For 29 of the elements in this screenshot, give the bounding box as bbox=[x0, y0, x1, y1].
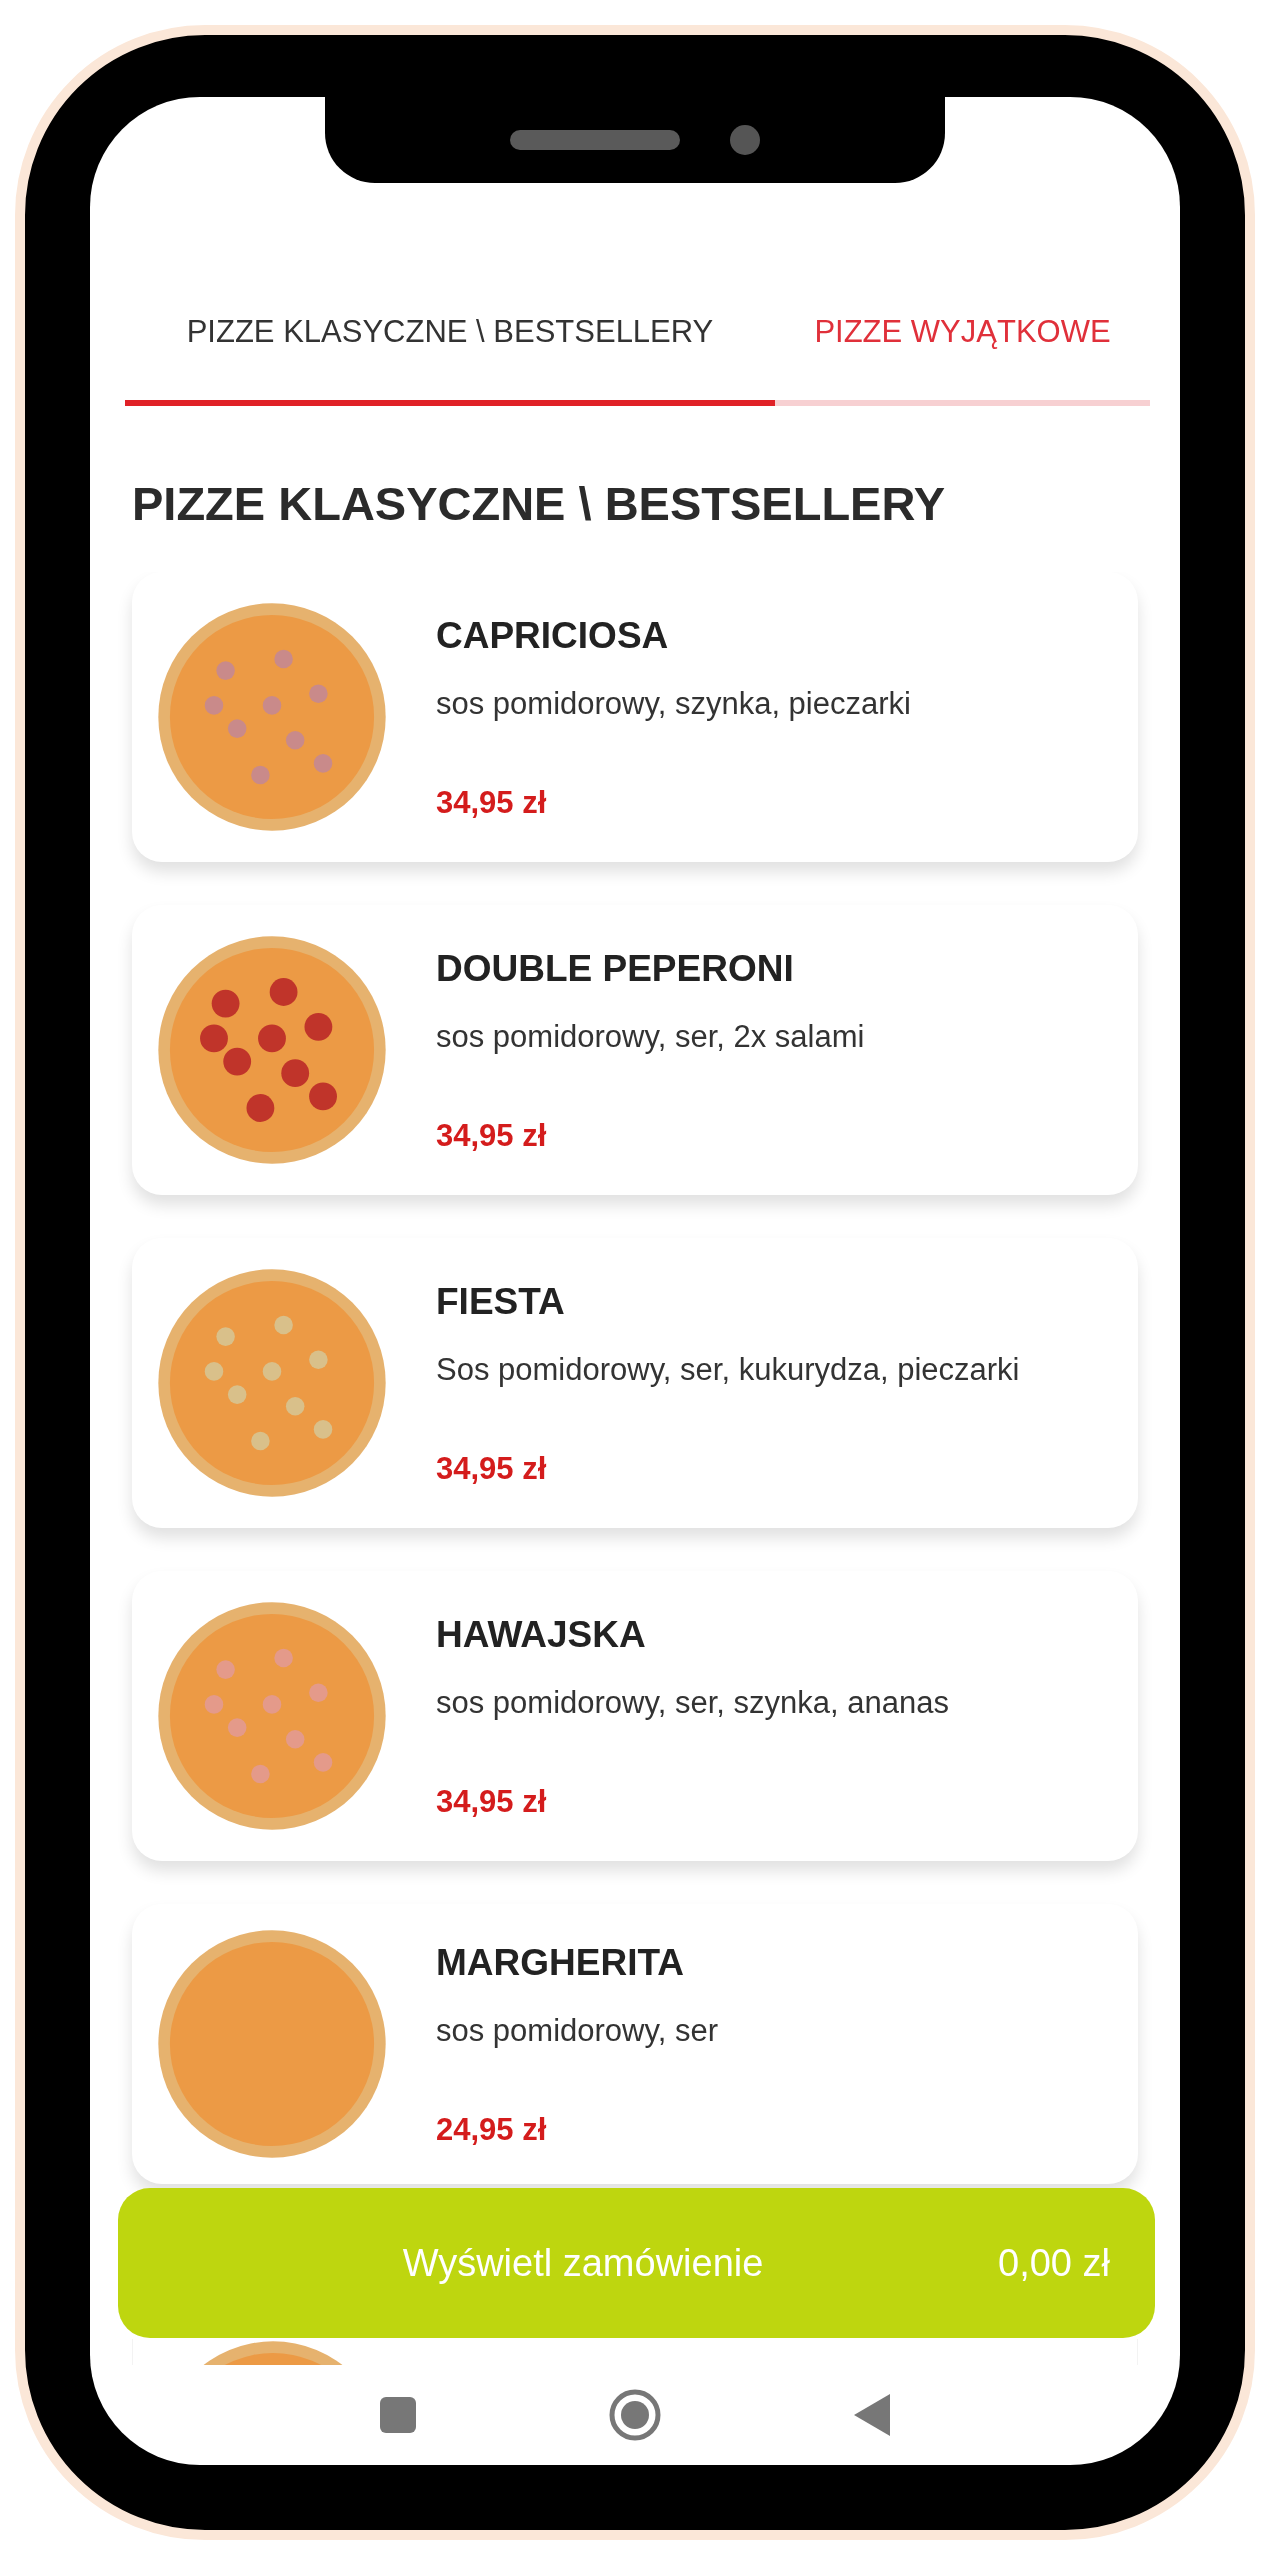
product-card[interactable]: MARGHERITA sos pomidorowy, ser 24,95 zł bbox=[132, 1903, 1138, 2184]
product-name: FIESTA bbox=[436, 1279, 566, 1324]
camera-dot bbox=[730, 125, 760, 155]
section-title: PIZZE KLASYCZNE \ BESTSELLERY bbox=[132, 475, 946, 532]
product-price: 24,95 zł bbox=[436, 2110, 548, 2149]
product-description: sos pomidorowy, ser, 2x salami bbox=[436, 1018, 865, 1057]
product-name: DOUBLE PEPERONI bbox=[436, 946, 795, 991]
square-icon[interactable] bbox=[378, 2395, 418, 2435]
product-description: Sos pomidorowy, ser, kukurydza, pieczarki bbox=[436, 1351, 1020, 1390]
product-description: sos pomidorowy, ser bbox=[436, 2012, 718, 2051]
product-price: 34,95 zł bbox=[436, 1116, 548, 1155]
product-description: sos pomidorowy, szynka, pieczarki bbox=[436, 685, 911, 724]
product-name: CAPRICIOSA bbox=[436, 613, 670, 658]
order-label: Wyświetl zamówienie bbox=[401, 2240, 765, 2286]
product-price: 34,95 zł bbox=[436, 1449, 548, 1488]
product-name: MARGHERITA bbox=[436, 1940, 685, 1985]
product-card[interactable]: HAWAJSKA sos pomidorowy, ser, szynka, ananas 34,95 zł bbox=[132, 1570, 1138, 1861]
product-price: 34,95 zł bbox=[436, 1782, 548, 1821]
tab[interactable]: PIZZE KLASYCZNE \ BESTSELLERY bbox=[125, 287, 775, 406]
home-icon[interactable] bbox=[608, 2388, 662, 2442]
product-card[interactable]: DOUBLE PEPERONI sos pomidorowy, ser, 2x salami 34,95 zł bbox=[132, 904, 1138, 1195]
order-total: 0,00 zł bbox=[998, 2240, 1110, 2286]
tab[interactable]: PIZZE WYJĄTKOWE bbox=[775, 287, 1150, 406]
product-name: HAWAJSKA bbox=[436, 1612, 647, 1657]
product-card[interactable]: CAPRICIOSA sos pomidorowy, szynka, pieczarki 34,95 zł bbox=[132, 571, 1138, 862]
back-icon[interactable] bbox=[852, 2392, 892, 2438]
product-price: 34,95 zł bbox=[436, 783, 548, 822]
product-description: sos pomidorowy, ser, szynka, ananas bbox=[436, 1684, 949, 1723]
product-card[interactable]: FIESTA Sos pomidorowy, ser, kukurydza, pieczarki 34,95 zł bbox=[132, 1237, 1138, 1528]
